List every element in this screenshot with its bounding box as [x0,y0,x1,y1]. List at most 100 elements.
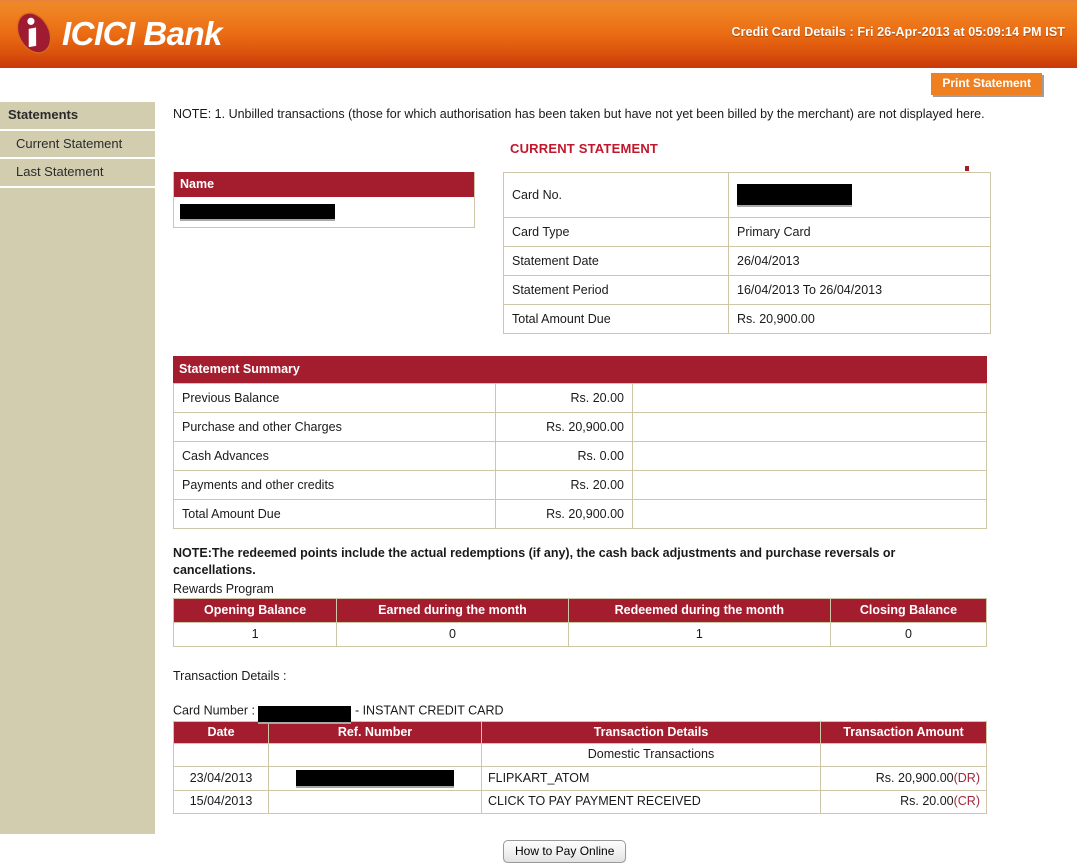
statement-date-label: Statement Date [503,245,729,276]
sidebar-item-current-statement[interactable]: Current Statement [0,130,155,160]
summary-label-payments-credits: Payments and other credits [173,469,496,500]
transactions-header-amount: Transaction Amount [820,720,987,744]
summary-amount-purchase-charges: Rs. 20,900.00 [495,411,633,442]
redacted-transaction-card-number [258,705,352,722]
table-row: 1 0 1 0 [172,621,988,647]
summary-blank-cell [632,440,987,471]
how-to-pay-online-button[interactable]: How to Pay Online [503,839,627,863]
summary-label-previous-balance: Previous Balance [173,382,496,413]
sidebar: Statements Current Statement Last Statem… [0,102,155,834]
card-no-value [728,171,991,218]
print-statement-button[interactable]: Print Statement [931,73,1042,96]
table-row: Statement Date 26/04/2013 [503,245,991,276]
table-row: Total Amount Due Rs. 20,900.00 [503,303,991,334]
transaction-date-1: 23/04/2013 [173,765,269,791]
group-row-domestic-transactions: Domestic Transactions [481,742,821,767]
transaction-amount-2-drcr: (CR) [953,794,980,809]
statement-period-value: 16/04/2013 To 26/04/2013 [728,274,991,305]
statement-period-label: Statement Period [503,274,729,305]
table-row: Previous Balance Rs. 20.00 [173,382,987,413]
transactions-header-date: Date [173,720,269,744]
rewards-header-closing-balance: Closing Balance [829,597,988,623]
sidebar-item-last-statement[interactable]: Last Statement [0,159,155,188]
name-box: Name [173,171,475,228]
transactions-header-ref-number: Ref. Number [268,720,482,744]
page-title: Credit Card Details : Fri 26-Apr-2013 at… [731,25,1065,39]
transaction-card-number-line: Card Number : - INSTANT CREDIT CARD [173,702,1077,722]
total-amount-due-value: Rs. 20,900.00 [728,303,991,334]
rewards-header-redeemed: Redeemed during the month [567,597,831,623]
summary-amount-total-amount-due: Rs. 20,900.00 [495,498,633,529]
rewards-value-earned: 0 [336,621,569,647]
toolbar: Print Statement [0,68,1077,102]
table-header-row: Date Ref. Number Transaction Details Tra… [173,720,987,744]
name-box-header: Name [174,171,474,197]
redacted-ref-number [296,769,454,786]
transaction-card-number-suffix: - INSTANT CREDIT CARD [354,702,504,717]
footer-actions: How to Pay Online [173,839,1077,863]
statement-summary-table: Previous Balance Rs. 20.00 Purchase and … [173,382,987,529]
name-box-value [174,197,474,227]
table-row: Card No. [503,171,991,218]
summary-label-total-amount-due: Total Amount Due [173,498,496,529]
table-row: 23/04/2013 FLIPKART_ATOM Rs. 20,900.00(D… [173,765,987,791]
group-row-date-blank [173,742,269,767]
table-row: Payments and other credits Rs. 20.00 [173,469,987,500]
card-details-table: Card No. Card Type Primary Card Statemen… [503,171,991,334]
summary-amount-payments-credits: Rs. 20.00 [495,469,633,500]
table-row: Card Type Primary Card [503,216,991,247]
summary-label-purchase-charges: Purchase and other Charges [173,411,496,442]
summary-amount-previous-balance: Rs. 20.00 [495,382,633,413]
table-row: 15/04/2013 CLICK TO PAY PAYMENT RECEIVED… [173,789,987,814]
redacted-name [180,203,335,219]
summary-blank-cell [632,469,987,500]
redacted-card-number [737,184,852,206]
current-statement-heading: CURRENT STATEMENT [510,140,659,156]
table-row: Purchase and other Charges Rs. 20,900.00 [173,411,987,442]
summary-blank-cell [632,498,987,529]
transaction-details-2: CLICK TO PAY PAYMENT RECEIVED [481,789,821,814]
group-row-amount-blank [820,742,987,767]
transaction-details-title: Transaction Details : [173,668,287,683]
card-no-label: Card No. [503,171,729,218]
transactions-header-details: Transaction Details [481,720,821,744]
table-row: Total Amount Due Rs. 20,900.00 [173,498,987,529]
statement-date-value: 26/04/2013 [728,245,991,276]
rewards-program-table: Opening Balance Earned during the month … [172,597,988,647]
transaction-card-number-label: Card Number : [173,702,259,717]
transaction-amount-1: Rs. 20,900.00(DR) [820,765,987,791]
transaction-ref-2 [268,789,482,814]
total-amount-due-label: Total Amount Due [503,303,729,334]
rewards-header-opening-balance: Opening Balance [172,597,338,623]
summary-blank-cell [632,382,987,413]
account-summary-row: Name Card No. Card Type Primary Card Sta… [173,171,1077,334]
rewards-value-opening-balance: 1 [172,621,338,647]
table-row: Cash Advances Rs. 0.00 [173,440,987,471]
rewards-program-label: Rewards Program [173,581,274,596]
transaction-amount-1-value: Rs. 20,900.00 [875,770,954,785]
statement-summary-section: Statement Summary Previous Balance Rs. 2… [173,355,987,529]
transaction-ref-1 [268,765,482,791]
table-header-row: Opening Balance Earned during the month … [172,597,988,623]
summary-label-cash-advances: Cash Advances [173,440,496,471]
table-row: Statement Period 16/04/2013 To 26/04/201… [503,274,991,305]
card-type-label: Card Type [503,216,729,247]
brand-logo[interactable]: ICICI Bank [8,7,223,59]
card-type-value: Primary Card [728,216,991,247]
app-header: ICICI Bank Credit Card Details : Fri 26-… [0,0,1077,68]
group-row-ref-blank [268,742,482,767]
sidebar-heading-statements: Statements [0,102,155,131]
icici-logo-icon [8,7,60,59]
transaction-amount-2: Rs. 20.00(CR) [820,789,987,814]
rewards-value-closing-balance: 0 [829,621,988,647]
card-details-table-wrap: Card No. Card Type Primary Card Statemen… [503,171,991,334]
summary-amount-cash-advances: Rs. 0.00 [495,440,633,471]
brand-wordmark: ICICI Bank [62,14,223,52]
transactions-table: Date Ref. Number Transaction Details Tra… [173,720,987,814]
table-row-group-header: Domestic Transactions [173,742,987,767]
rewards-header-earned: Earned during the month [336,597,569,623]
note-unbilled-transactions: NOTE: 1. Unbilled transactions (those fo… [173,107,985,121]
decorative-dot [965,166,969,171]
brand-icici: ICICI [62,14,135,52]
transaction-details-1: FLIPKART_ATOM [481,765,821,791]
